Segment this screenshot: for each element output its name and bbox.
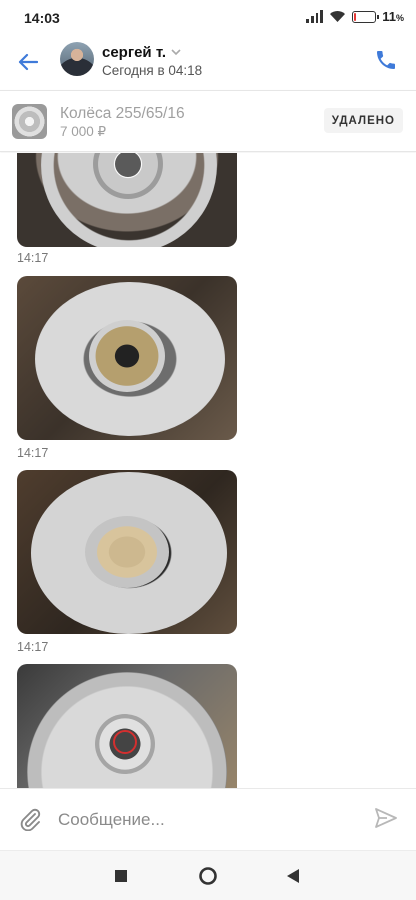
attach-button[interactable] [18,807,44,833]
message-composer [0,788,416,850]
send-button[interactable] [374,807,400,833]
message-time: 14:17 [17,251,49,265]
circle-icon [199,867,217,885]
message-time: 14:17 [17,446,49,460]
send-icon [375,808,397,828]
chat-header: сергей т. Сегодня в 04:18 [0,34,416,90]
triangle-back-icon [287,869,299,883]
system-nav-bar [0,850,416,900]
signal-icon [306,10,324,23]
nav-recents-button[interactable] [108,863,134,889]
status-badge: УДАЛЕНО [323,108,403,133]
avatar[interactable] [60,42,94,76]
nav-back-button[interactable] [280,863,306,889]
nav-home-button[interactable] [195,863,221,889]
listing-price: 7 000 ₽ [60,124,107,139]
listing-card[interactable]: Колёса 255/65/16 7 000 ₽ УДАЛЕНО [0,90,416,152]
battery-text: 11% [382,9,404,24]
call-button[interactable] [374,48,400,74]
phone-icon [377,51,395,69]
last-seen: Сегодня в 04:18 [102,63,203,78]
status-time: 14:03 [24,10,60,26]
message-photo[interactable] [17,153,237,247]
message-list[interactable]: 14:17 14:17 14:17 [0,153,416,788]
battery-icon [352,10,380,23]
message-photo[interactable] [17,276,237,440]
contact-name[interactable]: сергей т. [102,44,181,61]
wifi-icon [330,11,346,22]
status-bar: 14:03 11% [0,0,416,34]
listing-title: Колёса 255/65/16 [60,105,185,122]
back-button[interactable] [14,48,42,76]
status-icons: 11% [306,9,404,24]
arrow-left-icon [18,53,38,71]
message-input[interactable] [58,805,358,835]
message-photo[interactable] [17,664,237,788]
square-icon [115,870,127,882]
message-time: 14:17 [17,640,49,654]
battery-level [354,12,357,21]
listing-thumbnail [12,104,47,139]
message-photo[interactable] [17,470,237,634]
contact-name-label: сергей т. [102,44,167,61]
paperclip-icon [20,808,41,832]
chevron-down-icon [171,49,181,56]
